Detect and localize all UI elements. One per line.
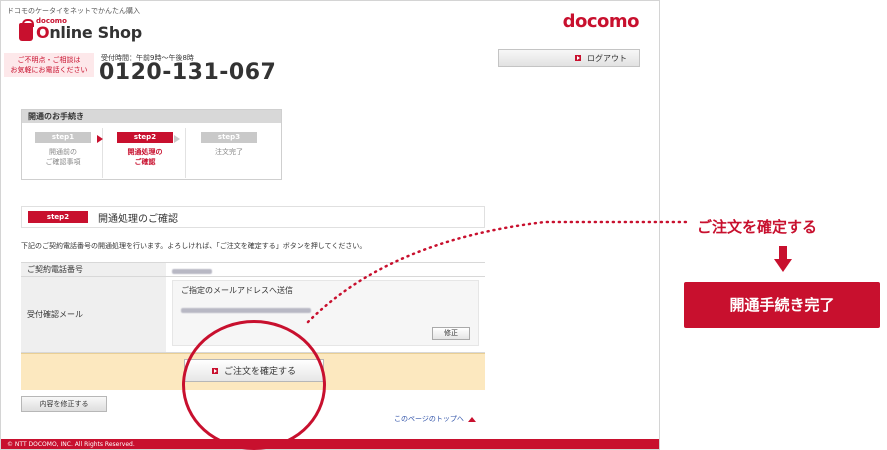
- revise-content-button[interactable]: 内容を修正する: [21, 396, 107, 412]
- masked-phone-number: [172, 269, 212, 274]
- section-title: step2 開通処理のご確認: [21, 206, 485, 228]
- steps-header: 開通のお手続き: [22, 110, 281, 123]
- step-2: step2 開通処理の ご確認: [110, 132, 180, 167]
- arrow-right-icon: [211, 367, 218, 374]
- confirmation-table: ご契約電話番号 受付確認メール ご指定のメールアドレスへ送信 修正: [21, 262, 485, 353]
- masked-email-address: [181, 308, 311, 313]
- online-shop-logo[interactable]: docomo Online Shop: [19, 18, 142, 41]
- step-arrow-icon: [174, 135, 180, 143]
- arrow-up-icon: [467, 416, 476, 422]
- activation-steps: 開通のお手続き step1 開通前の ご確認事項 step2 開通処理の ご確認…: [21, 109, 282, 180]
- edit-mail-button[interactable]: 修正: [432, 327, 470, 340]
- section-step-badge: step2: [28, 211, 88, 223]
- mail-destination-box: ご指定のメールアドレスへ送信 修正: [172, 280, 479, 346]
- step-3: step3 注文完了: [194, 132, 264, 157]
- confirm-order-button[interactable]: ご注文を確定する: [184, 359, 324, 382]
- contact-box: ご不明点・ご相談は お気軽にお電話ください: [4, 53, 94, 77]
- confirmation-mail-label: 受付確認メール: [21, 277, 166, 352]
- logout-button[interactable]: ログアウト: [498, 49, 640, 67]
- arrow-down-icon: [774, 246, 792, 272]
- logo-online-shop: Online Shop: [36, 23, 142, 42]
- arrow-right-icon: [575, 55, 581, 61]
- callout-confirm-label: ご注文を確定する: [697, 218, 818, 236]
- step-divider: [185, 128, 186, 178]
- page-top-link[interactable]: このページのトップへ: [394, 414, 476, 424]
- section-heading: 開通処理のご確認: [98, 213, 178, 225]
- table-row: 受付確認メール ご指定のメールアドレスへ送信 修正: [21, 277, 485, 353]
- step-1: step1 開通前の ご確認事項: [28, 132, 98, 167]
- instruction-text: 下記のご契約電話番号の開通処理を行います。よろしければ、「ご注文を確定する」ボタ…: [21, 242, 367, 250]
- footer-copyright: © NTT DOCOMO, INC. All Rights Reserved.: [1, 439, 659, 449]
- phone-number-label: ご契約電話番号: [21, 263, 166, 276]
- mail-destination-title: ご指定のメールアドレスへ送信: [181, 286, 293, 295]
- confirmation-mail-value: ご指定のメールアドレスへ送信 修正: [166, 277, 485, 352]
- top-note: ドコモのケータイをネットでかんたん購入: [7, 7, 140, 15]
- docomo-brand-logo[interactable]: docomo: [563, 11, 640, 32]
- support-phone: 0120-131-067: [99, 60, 277, 85]
- step-arrow-icon: [97, 135, 103, 143]
- shopping-bag-icon: [19, 19, 34, 41]
- activation-complete-label: 開通手続き完了: [684, 282, 880, 328]
- phone-number-value: [166, 263, 485, 276]
- table-row: ご契約電話番号: [21, 263, 485, 277]
- shop-page: ドコモのケータイをネットでかんたん購入 docomo Online Shop d…: [0, 0, 660, 450]
